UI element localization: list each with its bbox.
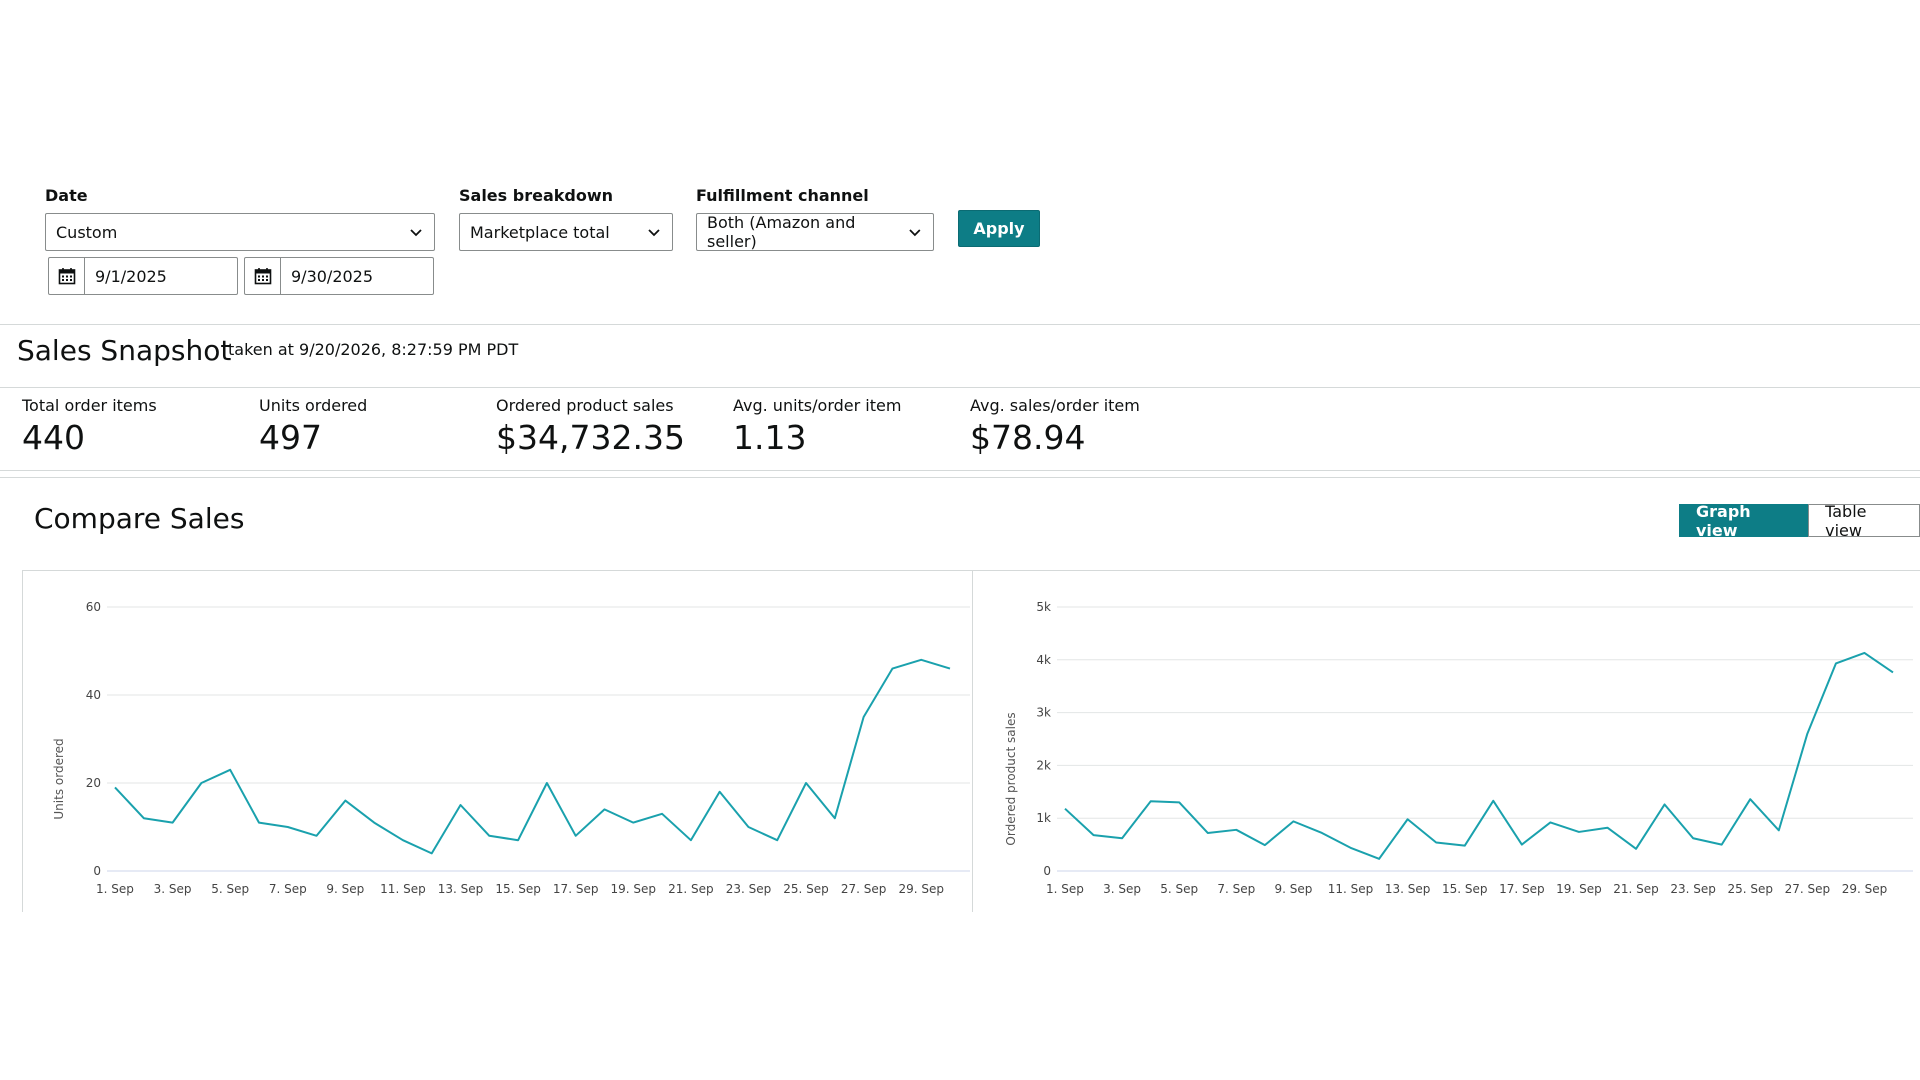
x-tick-label: 13. Sep — [1385, 882, 1431, 896]
end-date-value: 9/30/2025 — [291, 266, 374, 286]
calendar-icon[interactable] — [49, 258, 85, 294]
x-tick-label: 3. Sep — [154, 882, 192, 896]
x-tick-label: 17. Sep — [553, 882, 599, 896]
metric-label-avg-sales-order-item: Avg. sales/order item — [970, 396, 1140, 415]
x-tick-label: 25. Sep — [783, 882, 829, 896]
end-date-field[interactable]: 9/30/2025 — [244, 257, 434, 295]
compare-sales-title: Compare Sales — [34, 502, 245, 535]
ordered-sales-chart-panel: 0 1k 2k 3k 4k 5k 1. Sep 3. Sep 5. Sep 7. Sep 9. Se… — [972, 570, 1920, 912]
fulfillment-channel-value: Both (Amazon and seller) — [707, 213, 856, 251]
x-tick-label: 17. Sep — [1499, 882, 1545, 896]
fulfillment-channel-select[interactable]: Both (Amazon and seller) — [696, 213, 934, 251]
metric-value-avg-units-order-item: 1.13 — [733, 418, 807, 457]
sales-breakdown-label: Sales breakdown — [459, 186, 613, 205]
x-tick-label: 7. Sep — [1217, 882, 1255, 896]
fulfillment-channel-label: Fulfillment channel — [696, 186, 869, 205]
x-tick-label: 19. Sep — [611, 882, 657, 896]
y-tick-label: 2k — [1036, 758, 1051, 772]
snapshot-timestamp: taken at 9/20/2026, 8:27:59 PM PDT — [228, 340, 519, 359]
metric-value-units-ordered: 497 — [259, 418, 322, 457]
apply-button[interactable]: Apply — [958, 210, 1040, 247]
chevron-down-icon — [648, 229, 660, 237]
x-tick-label: 15. Sep — [495, 882, 541, 896]
x-tick-label: 9. Sep — [326, 882, 364, 896]
x-tick-label: 1. Sep — [1046, 882, 1084, 896]
metric-label-units-ordered: Units ordered — [259, 396, 368, 415]
chevron-down-icon — [909, 229, 921, 237]
sales-breakdown-select[interactable]: Marketplace total — [459, 213, 673, 251]
x-tick-label: 21. Sep — [668, 882, 714, 896]
x-tick-label: 7. Sep — [269, 882, 307, 896]
x-tick-label: 25. Sep — [1727, 882, 1773, 896]
x-tick-label: 27. Sep — [1785, 882, 1831, 896]
divider — [0, 387, 1920, 388]
metric-label-ordered-product-sales: Ordered product sales — [496, 396, 674, 415]
x-tick-label: 3. Sep — [1103, 882, 1141, 896]
y-tick-label: 40 — [86, 688, 101, 702]
y-tick-label: 3k — [1036, 706, 1051, 720]
start-date-value: 9/1/2025 — [95, 266, 167, 286]
x-tick-label: 29. Sep — [1842, 882, 1888, 896]
metric-label-avg-units-order-item: Avg. units/order item — [733, 396, 902, 415]
units-ordered-chart: 0 20 40 60 1. Sep 3. Sep 5. Sep 7. Sep 9. Sep 11.… — [52, 600, 970, 896]
series-line — [114, 658, 951, 855]
x-tick-label: 29. Sep — [898, 882, 944, 896]
divider — [0, 324, 1920, 325]
divider — [0, 477, 1920, 478]
y-axis-label: Ordered product sales — [1004, 712, 1018, 845]
x-tick-label: 5. Sep — [211, 882, 249, 896]
x-tick-label: 27. Sep — [841, 882, 887, 896]
calendar-icon[interactable] — [245, 258, 281, 294]
y-tick-label: 1k — [1036, 811, 1051, 825]
y-tick-label: 20 — [86, 776, 101, 790]
x-tick-label: 11. Sep — [1328, 882, 1374, 896]
units-ordered-chart-panel: 0 20 40 60 1. Sep 3. Sep 5. Sep 7. Sep 9. Sep 11.… — [22, 570, 972, 912]
chevron-down-icon — [410, 229, 422, 237]
metric-value-total-order-items: 440 — [22, 418, 85, 457]
x-tick-label: 15. Sep — [1442, 882, 1488, 896]
x-tick-label: 9. Sep — [1274, 882, 1312, 896]
ordered-product-sales-chart: 0 1k 2k 3k 4k 5k 1. Sep 3. Sep 5. Sep 7. Sep 9. Se… — [1004, 600, 1913, 896]
x-tick-label: 21. Sep — [1613, 882, 1659, 896]
graph-view-button[interactable]: Graph view — [1679, 502, 1809, 540]
y-tick-label: 5k — [1036, 600, 1051, 614]
y-tick-label: 60 — [86, 600, 101, 614]
start-date-field[interactable]: 9/1/2025 — [48, 257, 238, 295]
date-range-value: Custom — [56, 222, 118, 242]
y-axis-label: Units ordered — [52, 738, 66, 819]
view-toggle: Graph view Table view — [1679, 502, 1920, 540]
x-tick-label: 1. Sep — [96, 882, 134, 896]
x-tick-label: 19. Sep — [1556, 882, 1602, 896]
y-tick-label: 0 — [1043, 864, 1051, 878]
x-tick-label: 13. Sep — [438, 882, 484, 896]
sales-breakdown-value: Marketplace total — [470, 222, 610, 242]
y-tick-label: 4k — [1036, 653, 1051, 667]
sales-snapshot-title: Sales Snapshot — [17, 334, 232, 367]
divider — [0, 470, 1920, 471]
x-tick-label: 23. Sep — [726, 882, 772, 896]
x-tick-label: 11. Sep — [380, 882, 426, 896]
metric-label-total-order-items: Total order items — [22, 396, 157, 415]
date-range-select[interactable]: Custom — [45, 213, 435, 251]
y-tick-label: 0 — [93, 864, 101, 878]
series-line — [1064, 651, 1894, 860]
x-tick-label: 23. Sep — [1670, 882, 1716, 896]
metric-value-avg-sales-order-item: $78.94 — [970, 418, 1086, 457]
date-label: Date — [45, 186, 88, 205]
metric-value-ordered-product-sales: $34,732.35 — [496, 418, 685, 457]
table-view-button[interactable]: Table view — [1808, 502, 1920, 540]
x-tick-label: 5. Sep — [1160, 882, 1198, 896]
